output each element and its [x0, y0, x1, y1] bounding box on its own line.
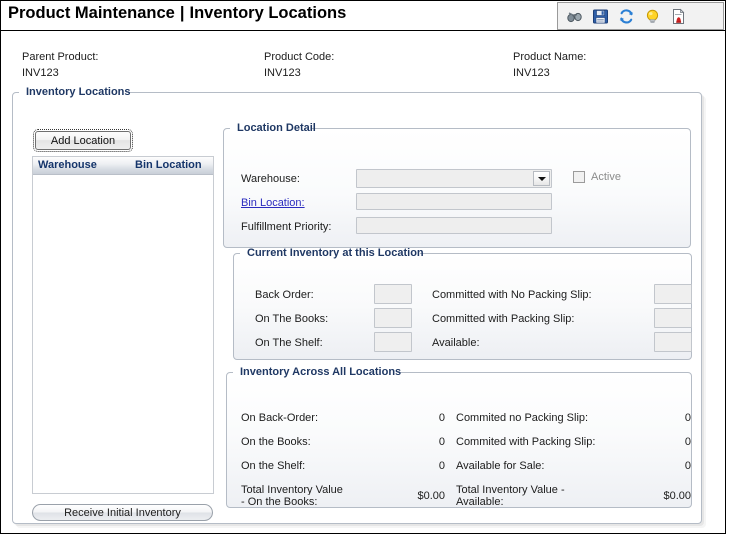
active-checkbox[interactable] — [573, 171, 585, 183]
on-the-shelf-total-value: 0 — [438, 460, 445, 472]
add-location-button[interactable]: Add Location — [33, 129, 133, 152]
binoculars-icon[interactable] — [566, 8, 583, 25]
inventory-locations-group-title: Inventory Locations — [26, 86, 131, 98]
application-window: Product Maintenance | Inventory Locations — [0, 0, 726, 534]
product-code-label: Product Code: — [264, 51, 335, 63]
all-locations-group-title: Inventory Across All Locations — [240, 366, 402, 378]
fulfillment-priority-label: Fulfillment Priority: — [241, 221, 332, 233]
available-for-sale-label: Available for Sale: — [456, 460, 545, 472]
on-the-books-field[interactable] — [374, 308, 412, 328]
total-inventory-value-available-label-line2: Available: — [456, 496, 504, 508]
location-list-col-warehouse[interactable]: Warehouse — [38, 159, 97, 171]
warehouse-select[interactable] — [356, 169, 552, 188]
back-order-field[interactable] — [374, 284, 412, 304]
parent-product-label: Parent Product: — [22, 51, 99, 63]
bin-location-link[interactable]: Bin Location: — [241, 197, 305, 209]
page-title-primary: Product Maintenance — [8, 4, 175, 22]
back-order-label: Back Order: — [255, 289, 314, 301]
location-list-body[interactable] — [33, 175, 213, 493]
total-inventory-value-books-value: $0.00 — [417, 490, 445, 502]
commited-with-packing-slip-label: Commited with Packing Slip: — [456, 436, 596, 448]
product-name-label: Product Name: — [513, 51, 587, 63]
current-inventory-group-title: Current Inventory at this Location — [247, 247, 424, 259]
refresh-icon[interactable] — [618, 8, 635, 25]
on-the-shelf-field[interactable] — [374, 332, 412, 352]
committed-no-packing-slip-label: Committed with No Packing Slip: — [432, 289, 592, 301]
page-title: Product Maintenance | Inventory Locations — [8, 4, 346, 23]
active-checkbox-label: Active — [591, 171, 621, 183]
on-the-shelf-label: On The Shelf: — [255, 337, 323, 349]
commited-no-packing-slip-label: Commited no Packing Slip: — [456, 412, 589, 424]
receive-initial-inventory-label: Receive Initial Inventory — [64, 506, 181, 519]
add-location-button-label: Add Location — [50, 134, 116, 147]
header-divider — [1, 30, 725, 31]
available-label: Available: — [432, 337, 480, 349]
available-field[interactable] — [654, 332, 692, 352]
commited-with-packing-slip-value: 0 — [684, 436, 691, 448]
committed-no-packing-slip-field[interactable] — [654, 284, 692, 304]
page-title-secondary: Inventory Locations — [189, 4, 347, 22]
commited-no-packing-slip-value: 0 — [684, 412, 691, 424]
total-inventory-value-books-label-line1: Total Inventory Value — [241, 484, 343, 495]
lightbulb-icon[interactable] — [644, 8, 661, 25]
location-list-col-bin-location[interactable]: Bin Location — [135, 159, 202, 171]
on-back-order-value: 0 — [438, 412, 445, 424]
receive-initial-inventory-button[interactable]: Receive Initial Inventory — [32, 504, 213, 521]
save-icon[interactable] — [592, 8, 609, 25]
on-the-books-total-value: 0 — [438, 436, 445, 448]
bin-location-input[interactable] — [356, 193, 552, 210]
committed-with-packing-slip-field[interactable] — [654, 308, 692, 328]
product-name-value: INV123 — [513, 67, 550, 79]
location-list[interactable]: Warehouse Bin Location — [32, 156, 214, 494]
page-title-separator: | — [179, 4, 185, 22]
location-detail-group-title: Location Detail — [237, 122, 316, 134]
total-inventory-value-available-label-line1: Total Inventory Value - — [456, 484, 565, 496]
total-inventory-value-books-label-line2: - On the Books: — [241, 496, 318, 508]
on-back-order-label: On Back-Order: — [241, 412, 319, 424]
on-the-books-total-label: On the Books: — [241, 436, 311, 448]
header-bar: Product Maintenance | Inventory Locations — [1, 1, 725, 31]
toolbar — [557, 2, 724, 30]
product-code-value: INV123 — [264, 67, 301, 79]
committed-with-packing-slip-label: Committed with Packing Slip: — [432, 313, 575, 325]
fulfillment-priority-input[interactable] — [356, 217, 552, 234]
active-checkbox-row[interactable]: Active — [573, 171, 621, 183]
chevron-down-icon[interactable] — [533, 171, 550, 186]
available-for-sale-value: 0 — [684, 460, 691, 472]
parent-product-value: INV123 — [22, 67, 59, 79]
report-icon[interactable] — [670, 8, 687, 25]
location-list-header: Warehouse Bin Location — [33, 157, 213, 175]
warehouse-label: Warehouse: — [241, 173, 300, 185]
total-inventory-value-available-value: $0.00 — [663, 490, 691, 502]
on-the-shelf-total-label: On the Shelf: — [241, 460, 306, 472]
on-the-books-label: On The Books: — [255, 313, 329, 325]
